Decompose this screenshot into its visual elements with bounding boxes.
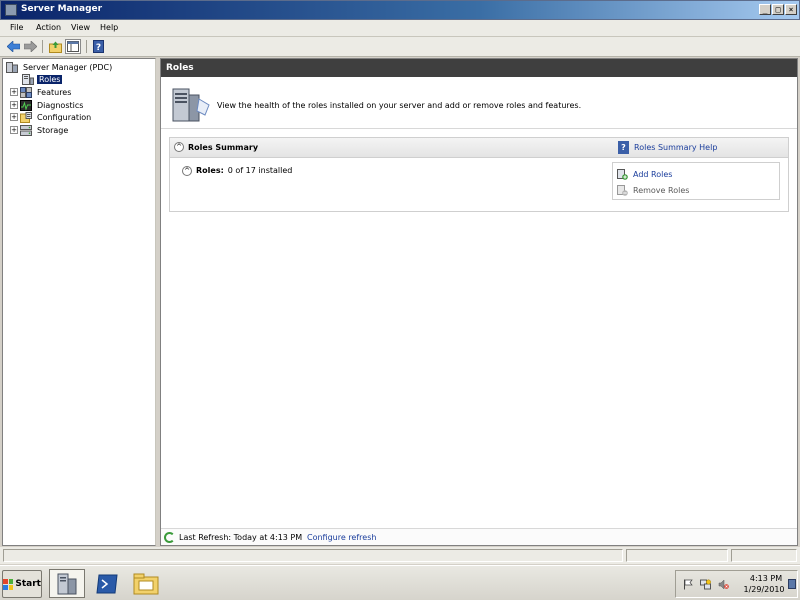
status-pane-main	[3, 549, 623, 562]
roles-count: 0 of 17 installed	[227, 166, 293, 175]
configuration-icon	[20, 111, 32, 123]
menu-view[interactable]: View	[71, 23, 90, 32]
roles-collapse-icon[interactable]: ^	[182, 166, 192, 176]
tree-item-configuration-label: Configuration	[37, 112, 92, 122]
network-icon[interactable]	[700, 579, 711, 590]
collapse-up-icon[interactable]: ^	[174, 142, 184, 152]
tree-item-features[interactable]: + Features	[10, 86, 73, 98]
tree-root-label: Server Manager (PDC)	[23, 62, 113, 72]
navigation-tree: Server Manager (PDC) Roles + Features + …	[2, 58, 156, 546]
maximize-button[interactable]: □	[772, 4, 784, 15]
minimize-button[interactable]: _	[759, 4, 771, 15]
add-roles-icon	[617, 169, 628, 180]
clock-time[interactable]: 4:13 PM	[746, 574, 786, 583]
refresh-icon	[164, 532, 175, 543]
server-manager-app-icon[interactable]	[5, 4, 17, 16]
action-center-flag-icon[interactable]	[682, 579, 693, 590]
roles-summary-title: Roles Summary	[188, 143, 259, 152]
tree-item-diagnostics-label: Diagnostics	[37, 100, 84, 110]
features-icon	[20, 86, 32, 98]
intro-section: View the health of the roles installed o…	[161, 77, 797, 129]
content-pane: Roles View the health of the roles insta…	[160, 58, 798, 546]
menu-bar: File Action View Help	[0, 20, 800, 37]
storage-icon	[20, 124, 32, 136]
tree-item-configuration[interactable]: + Configuration	[10, 111, 93, 123]
tree-item-features-label: Features	[37, 87, 72, 97]
tree-root-server-manager[interactable]: Server Manager (PDC)	[6, 61, 114, 73]
window-title: Server Manager	[21, 4, 103, 14]
windows-flag-icon	[3, 578, 14, 590]
configure-refresh-link[interactable]: Configure refresh	[307, 533, 376, 542]
toolbar-separator	[86, 40, 87, 53]
help-icon[interactable]: ?	[90, 39, 106, 54]
show-desktop-button[interactable]	[788, 579, 796, 589]
forward-arrow-icon[interactable]	[22, 39, 38, 54]
volume-muted-icon[interactable]	[718, 579, 729, 590]
system-tray: 4:13 PM 1/29/2010	[675, 570, 798, 598]
toolbar: ?	[0, 37, 800, 57]
roles-tasks-panel: Add Roles Remove Roles	[612, 162, 780, 200]
roles-summary-help-link[interactable]: Roles Summary Help	[634, 143, 717, 152]
status-pane-2	[626, 549, 728, 562]
taskbar: Start 4:13 PM 1/29/2010	[0, 565, 800, 600]
help-book-icon[interactable]: ?	[618, 141, 629, 154]
content-header: Roles	[161, 59, 797, 77]
intro-text: View the health of the roles installed o…	[217, 101, 582, 110]
diagnostics-icon	[20, 99, 32, 111]
last-refresh-text: Last Refresh: Today at 4:13 PM	[179, 533, 303, 542]
roles-summary-section: ^ Roles Summary ? Roles Summary Help ^ R…	[169, 137, 789, 212]
expand-icon[interactable]: +	[10, 126, 18, 134]
close-button[interactable]: ×	[785, 4, 797, 15]
clock-date[interactable]: 1/29/2010	[740, 585, 788, 594]
menu-help[interactable]: Help	[100, 23, 118, 32]
toolbar-separator	[42, 40, 43, 53]
expand-icon[interactable]: +	[10, 88, 18, 96]
show-hide-tree-icon[interactable]	[65, 39, 81, 54]
status-bar	[0, 547, 800, 564]
title-bar: Server Manager _ □ ×	[0, 0, 800, 20]
server-manager-icon[interactable]	[49, 569, 85, 598]
remove-roles-link[interactable]: Remove Roles	[617, 185, 689, 196]
explorer-icon[interactable]	[128, 569, 164, 598]
start-button[interactable]: Start	[2, 570, 42, 598]
expand-icon[interactable]: +	[10, 113, 18, 121]
powershell-icon[interactable]	[89, 569, 125, 598]
tree-item-storage[interactable]: + Storage	[10, 124, 70, 136]
roles-icon	[22, 73, 34, 85]
remove-roles-icon	[617, 185, 628, 196]
roles-label: Roles:	[196, 166, 224, 175]
remove-roles-label: Remove Roles	[633, 186, 690, 195]
roles-status: Roles: 0 of 17 installed	[196, 166, 292, 175]
tree-item-roles-label: Roles	[37, 74, 63, 84]
status-pane-3	[731, 549, 797, 562]
up-folder-icon[interactable]	[47, 39, 63, 54]
expand-icon[interactable]: +	[10, 101, 18, 109]
add-roles-link[interactable]: Add Roles	[617, 169, 672, 180]
menu-action[interactable]: Action	[36, 23, 61, 32]
menu-file[interactable]: File	[10, 23, 23, 32]
tree-item-roles[interactable]: Roles	[22, 73, 63, 85]
refresh-bar: Last Refresh: Today at 4:13 PM Configure…	[161, 528, 797, 545]
start-label: Start	[15, 579, 41, 589]
back-arrow-icon[interactable]	[5, 39, 21, 54]
tree-item-storage-label: Storage	[37, 125, 69, 135]
svg-text:?: ?	[95, 43, 100, 53]
tree-item-diagnostics[interactable]: + Diagnostics	[10, 99, 85, 111]
server-roles-illustration-icon	[169, 85, 211, 125]
roles-summary-header[interactable]: ^ Roles Summary ? Roles Summary Help	[170, 138, 788, 158]
server-icon	[6, 61, 18, 73]
add-roles-label: Add Roles	[633, 170, 673, 179]
